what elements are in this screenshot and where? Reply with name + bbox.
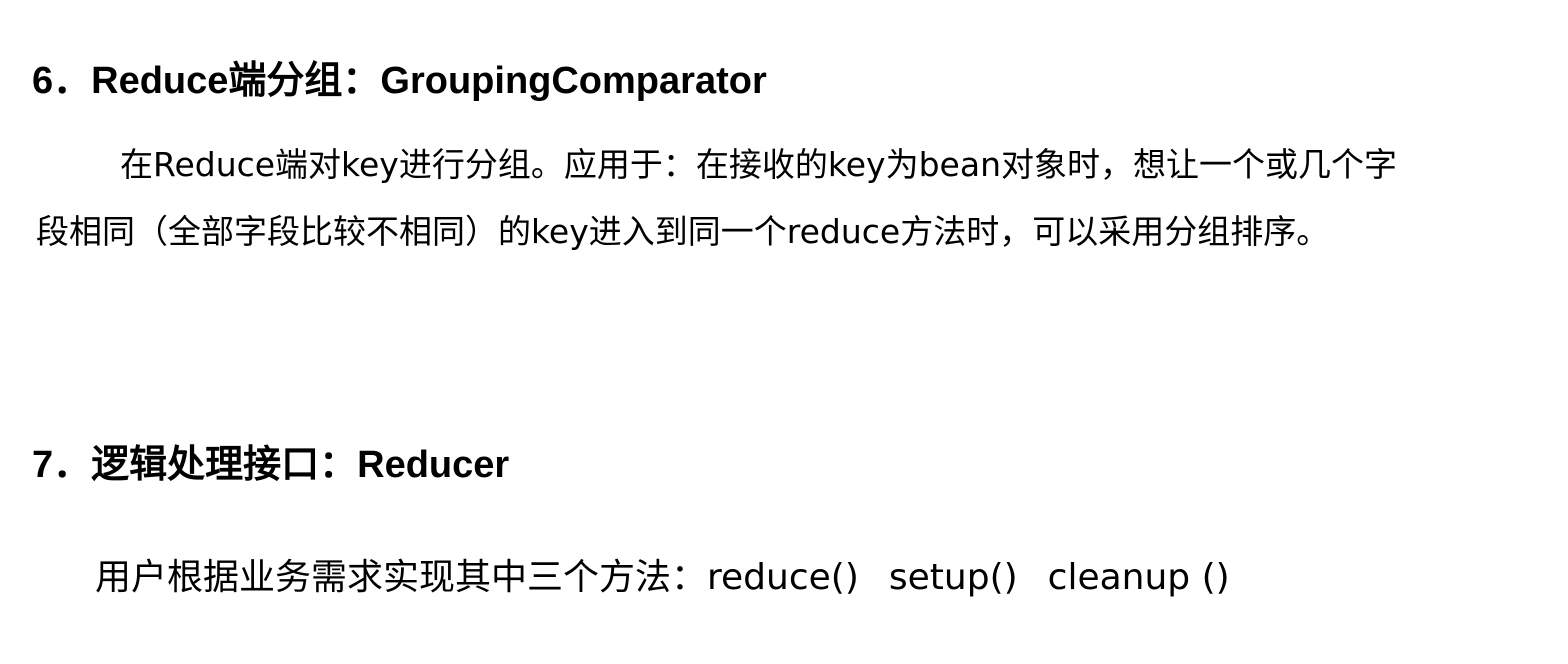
method-reduce: reduce() <box>707 557 859 598</box>
section-6-heading: 6．Reduce端分组：GroupingComparator <box>32 60 767 102</box>
section-6-paragraph-line-1: 在Reduce端对key进行分组。应用于：在接收的key为bean对象时，想让一… <box>120 145 1397 184</box>
section-7-paragraph: 用户根据业务需求实现其中三个方法：reduce() setup() cleanup … <box>95 556 1230 600</box>
method-setup: setup() <box>888 557 1018 598</box>
section-7-intro: 用户根据业务需求实现其中三个方法： <box>95 557 708 598</box>
section-6-paragraph-line-2: 段相同（全部字段比较不相同）的key进入到同一个reduce方法时，可以采用分组… <box>36 212 1330 251</box>
section-7-heading: 7．逻辑处理接口：Reducer <box>32 444 510 486</box>
method-cleanup: cleanup () <box>1047 557 1230 598</box>
